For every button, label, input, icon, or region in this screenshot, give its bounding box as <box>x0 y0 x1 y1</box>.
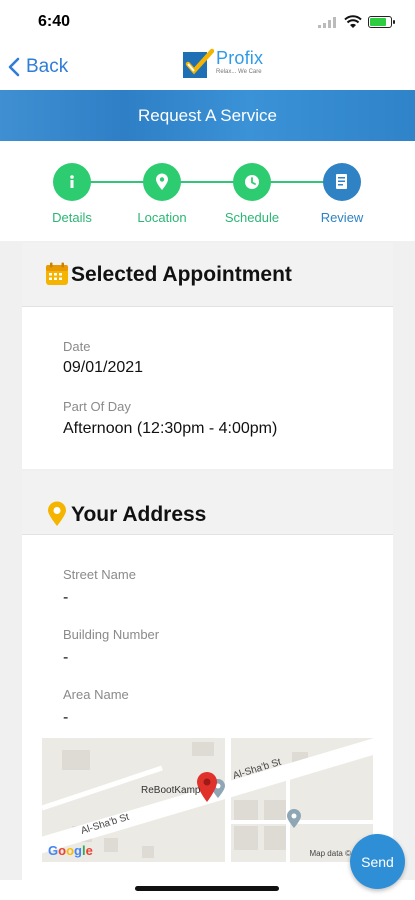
step-label: Review <box>320 210 364 225</box>
location-pin-icon <box>156 173 168 190</box>
page-header: Request A Service <box>0 90 415 141</box>
street-name-value: - <box>63 589 69 606</box>
app-logo: Profix Relax... We Care <box>182 48 263 80</box>
appointment-section-header: Selected Appointment <box>22 243 393 307</box>
address-section-header: Your Address <box>22 471 393 535</box>
area-name-value: - <box>63 709 69 726</box>
document-icon <box>336 174 347 189</box>
chevron-left-icon <box>8 57 20 77</box>
send-button[interactable]: Send <box>350 834 405 889</box>
logo-tagline: Relax... We Care <box>216 69 262 75</box>
battery-icon <box>368 16 395 28</box>
appointment-details: Date 09/01/2021 Part Of Day Afternoon (1… <box>22 307 393 469</box>
step-label: Location <box>137 210 187 225</box>
step-label: Schedule <box>224 210 280 225</box>
location-map[interactable]: ReBootKamp Al-Sha'b St Al-Sha'b St Googl… <box>42 738 373 862</box>
step-details[interactable]: Details <box>32 163 112 225</box>
back-button[interactable]: Back <box>8 52 68 82</box>
checkmark-logo-icon <box>183 48 214 78</box>
area-name-label: Area Name <box>63 687 129 702</box>
step-review[interactable]: Review <box>302 163 382 225</box>
date-label: Date <box>63 339 91 354</box>
page-title: Request A Service <box>138 106 277 125</box>
building-number-value: - <box>63 649 69 666</box>
step-label: Details <box>52 210 92 225</box>
cellular-signal-icon <box>318 17 336 28</box>
street-name-label: Street Name <box>63 567 136 582</box>
home-indicator <box>135 886 279 891</box>
logo-name: Profix <box>216 48 264 68</box>
map-credit: Map data © <box>309 849 351 858</box>
google-logo: Google <box>48 843 93 858</box>
wifi-icon <box>344 15 362 28</box>
date-value: 09/01/2021 <box>63 359 144 376</box>
status-time: 6:40 <box>38 13 71 30</box>
nav-bar: Back Profix Relax... We Care <box>0 44 415 90</box>
progress-steps: Details Location Schedule Review <box>0 141 415 241</box>
status-bar: 6:40 <box>0 0 415 44</box>
location-pin-icon <box>48 501 66 526</box>
step-location[interactable]: Location <box>122 163 202 225</box>
building-number-label: Building Number <box>63 627 160 642</box>
part-of-day-value: Afternoon (12:30pm - 4:00pm) <box>63 420 278 437</box>
address-title: Your Address <box>71 503 207 526</box>
back-label: Back <box>26 56 69 77</box>
map-place-label: ReBootKamp <box>141 785 201 796</box>
info-icon <box>70 175 74 188</box>
part-of-day-label: Part Of Day <box>63 399 131 414</box>
clock-icon <box>245 175 259 189</box>
calendar-icon <box>46 262 68 285</box>
step-schedule[interactable]: Schedule <box>212 163 292 225</box>
appointment-title: Selected Appointment <box>71 263 292 286</box>
